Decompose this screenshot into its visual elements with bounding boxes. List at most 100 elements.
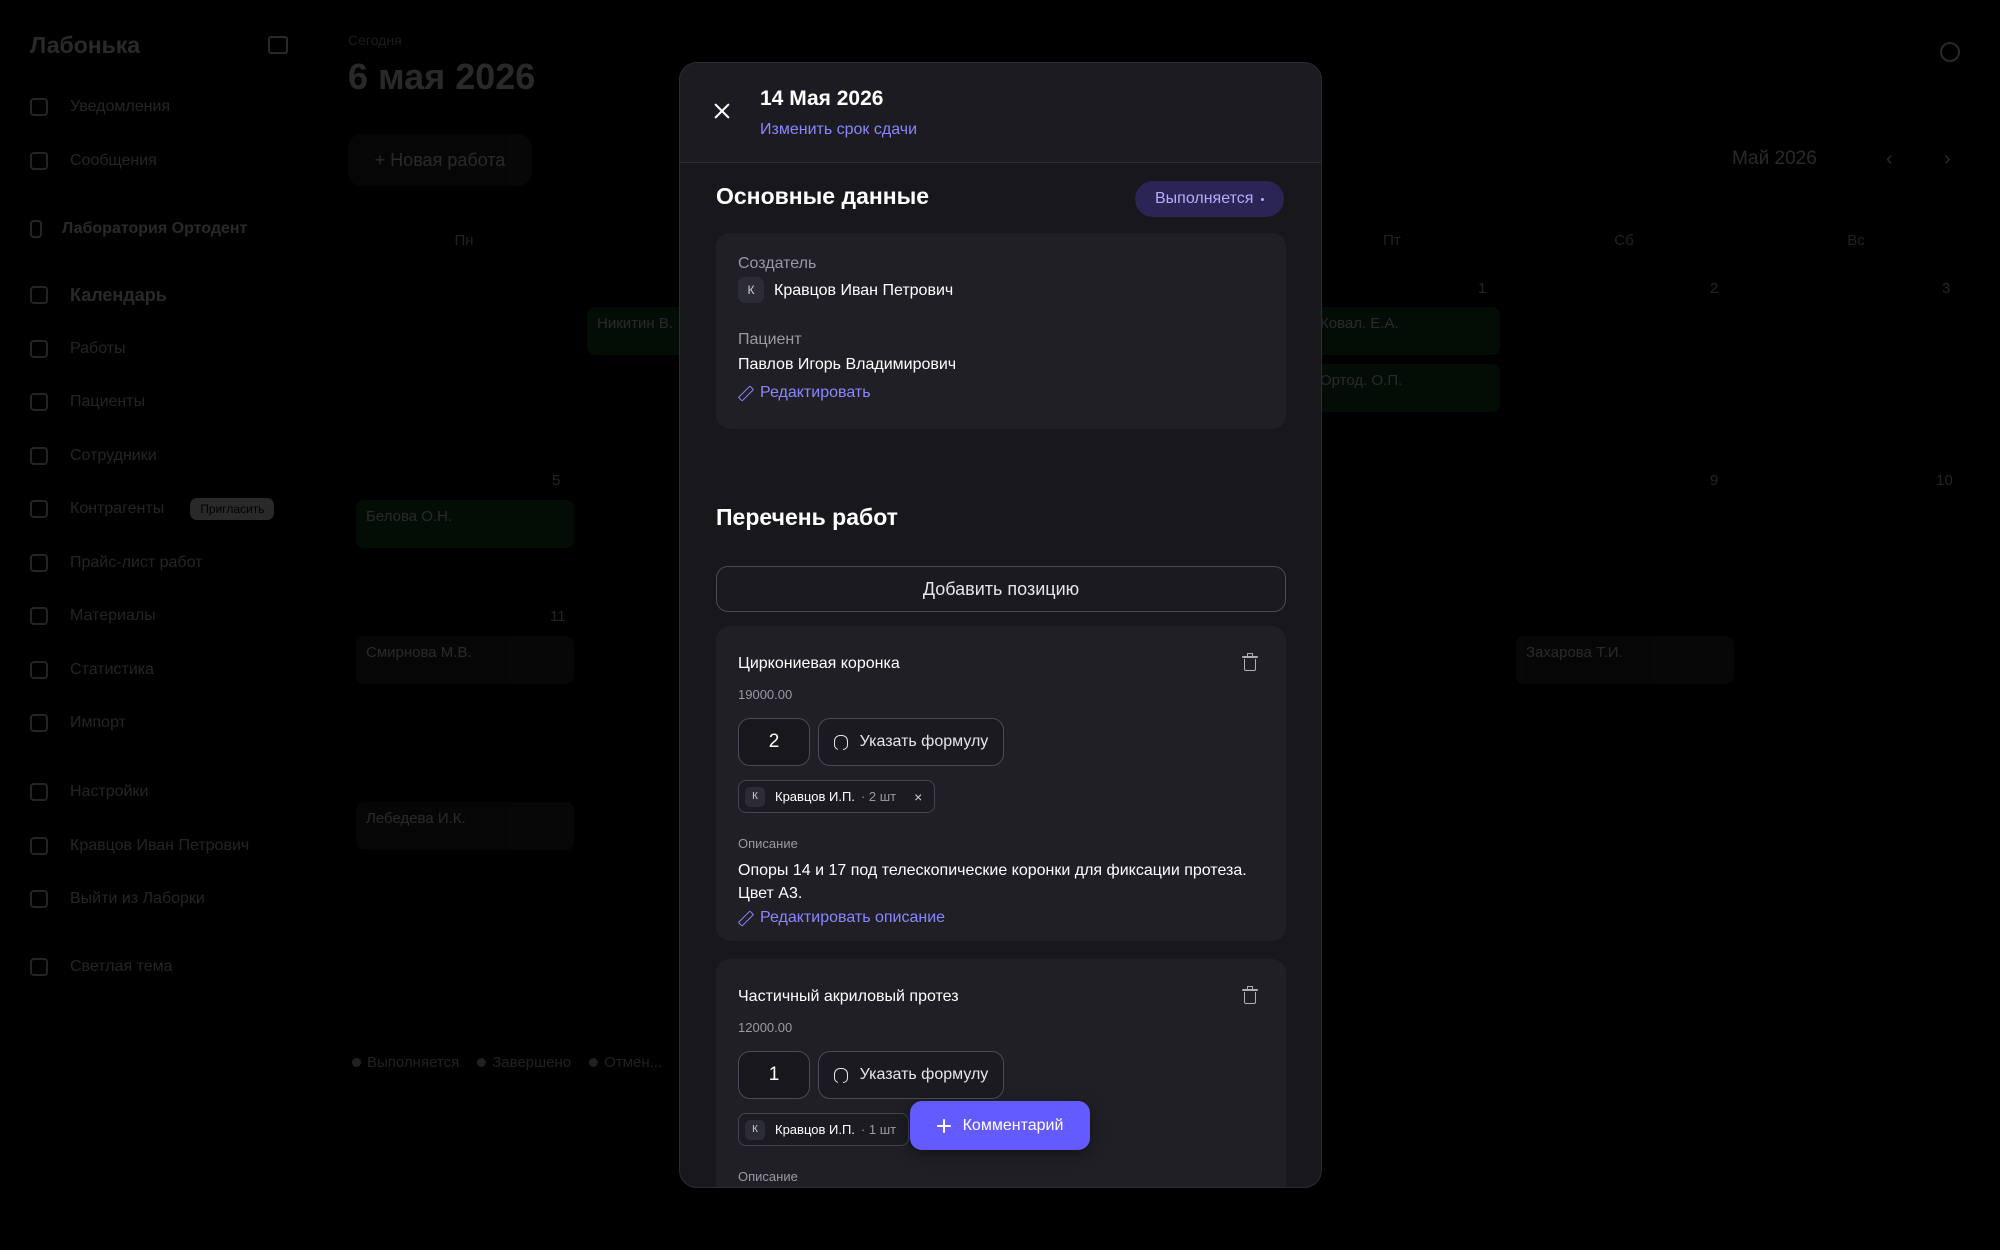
trash-icon[interactable] — [1242, 653, 1258, 671]
patient-name: Павлов Игорь Владимирович — [738, 356, 957, 373]
sidebar-item-logout[interactable]: Выйти из Лаборки — [30, 884, 205, 914]
item-name: Циркониевая коронка — [738, 655, 900, 672]
assignee-name: Кравцов И.П. — [775, 789, 855, 804]
sidebar-item-staff[interactable]: Сотрудники — [30, 441, 157, 471]
search-icon[interactable] — [1940, 42, 1960, 62]
invite-badge[interactable]: Пригласить — [190, 498, 275, 520]
staff-icon — [30, 447, 48, 465]
day-number: 10 — [1936, 472, 1953, 489]
set-formula-button[interactable]: Указать формулу — [818, 718, 1004, 766]
edit-main-link[interactable]: Редактировать — [738, 384, 871, 402]
day-number: 9 — [1710, 472, 1719, 489]
calendar-event[interactable]: Ковал. Е.А. — [1310, 307, 1500, 355]
sidebar-item-settings[interactable]: Настройки — [30, 777, 148, 807]
sidebar-item-theme[interactable]: Светлая тема — [30, 952, 173, 982]
tooth-icon — [833, 1067, 848, 1084]
section-title-works: Перечень работ — [716, 504, 898, 530]
tooth-icon — [833, 734, 848, 751]
sun-icon — [30, 958, 48, 976]
calendar-event[interactable]: Захарова Т.И. — [1516, 636, 1734, 684]
calendar-event[interactable]: Смирнова М.В. — [356, 636, 574, 684]
calendar-event[interactable]: Белова О.Н. — [356, 500, 574, 548]
description-text: Опоры 14 и 17 под телескопические коронк… — [738, 862, 1247, 902]
new-work-button[interactable]: + Новая работа — [348, 134, 532, 186]
set-formula-button[interactable]: Указать формулу — [818, 1051, 1004, 1099]
creator-name: Кравцов Иван Петрович — [774, 282, 954, 299]
gear-icon — [30, 783, 48, 801]
edit-description-link[interactable]: Редактировать описание — [738, 909, 945, 927]
trash-icon[interactable] — [1242, 986, 1258, 1004]
quantity-input[interactable]: 2 — [738, 718, 810, 766]
avatar: К — [745, 1119, 765, 1140]
sidebar: Лабонька Уведомления Сообщения Лаборатор… — [0, 0, 310, 1250]
assignee-count: · 2 шт — [860, 789, 897, 804]
handshake-icon — [30, 500, 48, 518]
page-title: 6 мая 2026 — [348, 56, 536, 97]
description-label: Описание — [738, 836, 798, 851]
main-info-card: Создатель К Кравцов Иван Петрович Пациен… — [716, 233, 1286, 429]
item-name: Частичный акриловый протез — [738, 988, 959, 1005]
add-comment-button[interactable]: Комментарий — [910, 1101, 1090, 1150]
calendar-event[interactable]: Никитин В. — [587, 307, 687, 355]
sidebar-item-patients[interactable]: Пациенты — [30, 387, 145, 417]
building-icon — [30, 220, 42, 238]
chevron-left-icon[interactable]: ‹ — [1886, 148, 1893, 171]
weekday-label: Пн — [454, 232, 474, 249]
change-deadline-link[interactable]: Изменить срок сдачи — [760, 121, 917, 139]
avatar: К — [745, 786, 765, 807]
chevron-right-icon[interactable]: › — [1944, 148, 1951, 171]
section-title-main: Основные данные — [716, 183, 930, 209]
sidebar-item-profile[interactable]: Кравцов Иван Петрович — [30, 831, 249, 861]
modal-header: 14 Мая 2026 Изменить срок сдачи — [680, 63, 1321, 163]
assignee-chip: К Кравцов И.П. · 2 шт × — [738, 780, 936, 813]
patient-label: Пациент — [738, 331, 802, 348]
sidebar-item-materials[interactable]: Материалы — [30, 601, 156, 631]
price-icon — [30, 554, 48, 572]
close-icon[interactable] — [710, 99, 734, 123]
day-number: 5 — [552, 472, 561, 489]
month-picker[interactable]: Май 2026 — [1732, 148, 1817, 170]
quantity-input[interactable]: 1 — [738, 1051, 810, 1099]
box-icon — [30, 607, 48, 625]
assignee-count: · 1 шт — [860, 1122, 897, 1137]
creator-label: Создатель — [738, 255, 817, 272]
brand-logo: Лабонька — [30, 32, 141, 58]
day-number: 2 — [1710, 280, 1719, 297]
sidebar-item-calendar[interactable]: Календарь — [30, 280, 167, 310]
sidebar-item-stats[interactable]: Статистика — [30, 655, 154, 685]
description-label: Описание — [738, 1169, 798, 1184]
legend-item: Выполняется — [352, 1054, 459, 1071]
user-icon — [30, 837, 48, 855]
chart-icon — [30, 661, 48, 679]
day-number: 1 — [1478, 280, 1487, 297]
weekday-label: Сб — [1614, 232, 1634, 249]
sidebar-item-messages[interactable]: Сообщения — [30, 146, 157, 176]
sidebar-collapse-icon[interactable] — [268, 36, 288, 54]
item-price: 19000.00 — [738, 687, 793, 702]
status-label: Выполняется — [1155, 190, 1254, 207]
sidebar-item-contractors[interactable]: Контрагенты Пригласить — [30, 494, 275, 524]
add-position-button[interactable]: Добавить позицию — [716, 566, 1286, 612]
sidebar-item-import[interactable]: Импорт — [30, 708, 126, 738]
legend-item: Отмен... — [589, 1054, 662, 1071]
pencil-icon — [738, 386, 752, 400]
remove-assignee-icon[interactable]: × — [914, 789, 922, 805]
org-switcher[interactable]: Лаборатория Ортодент — [30, 220, 247, 238]
works-icon — [30, 340, 48, 358]
modal-date: 14 Мая 2026 — [760, 87, 884, 110]
work-item-card: Частичный акриловый протез 12000.00 1 Ук… — [716, 959, 1286, 1187]
assignee-chip: К Кравцов И.П. · 1 шт — [738, 1113, 910, 1146]
message-icon — [30, 152, 48, 170]
calendar-event[interactable]: Лебедева И.К. — [356, 802, 574, 850]
calendar-event[interactable]: Ортод. О.П. — [1310, 364, 1500, 412]
avatar: К — [738, 277, 764, 303]
pencil-icon — [738, 911, 752, 925]
logout-icon — [30, 890, 48, 908]
sidebar-item-works[interactable]: Работы — [30, 334, 126, 364]
bell-icon — [30, 98, 48, 116]
assignee-name: Кравцов И.П. — [775, 1122, 855, 1137]
status-dropdown[interactable]: Выполняется — [1135, 181, 1285, 217]
sidebar-item-pricelist[interactable]: Прайс-лист работ — [30, 548, 202, 578]
legend-item: Завершено — [477, 1054, 571, 1071]
sidebar-item-notifications[interactable]: Уведомления — [30, 92, 170, 122]
